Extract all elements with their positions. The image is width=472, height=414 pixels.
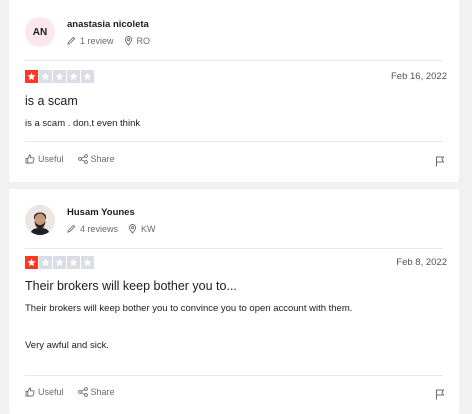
share-icon bbox=[77, 154, 88, 164]
divider bbox=[25, 141, 443, 142]
star-empty-icon bbox=[81, 256, 94, 269]
divider bbox=[25, 248, 443, 249]
divider bbox=[25, 60, 443, 61]
pencil-icon bbox=[67, 224, 76, 233]
star-filled-icon bbox=[25, 70, 38, 83]
review-title[interactable]: is a scam bbox=[25, 94, 78, 108]
avatar[interactable]: AN bbox=[25, 17, 55, 47]
author-name[interactable]: anastasia nicoleta bbox=[67, 19, 150, 30]
star-empty-icon bbox=[81, 70, 94, 83]
share-icon bbox=[77, 387, 88, 397]
review-actions: Useful Share bbox=[25, 154, 129, 164]
country-code: KW bbox=[141, 223, 156, 234]
review-card: AN anastasia nicoleta 1 review RO Feb 16… bbox=[9, 0, 459, 182]
review-actions: Useful Share bbox=[25, 387, 129, 397]
review-count: 4 reviews bbox=[80, 223, 119, 234]
location-pin-icon bbox=[124, 35, 133, 46]
star-empty-icon bbox=[39, 70, 52, 83]
avatar[interactable] bbox=[25, 205, 55, 235]
star-empty-icon bbox=[67, 70, 80, 83]
thumbs-up-icon bbox=[25, 154, 35, 164]
review-date: Feb 16, 2022 bbox=[391, 71, 447, 82]
star-empty-icon bbox=[53, 256, 66, 269]
divider bbox=[25, 375, 443, 376]
review-body: is a scam . don.t even think bbox=[25, 118, 141, 129]
useful-button[interactable]: Useful bbox=[25, 387, 64, 397]
useful-button[interactable]: Useful bbox=[25, 154, 64, 164]
star-filled-icon bbox=[25, 256, 38, 269]
country-code: RO bbox=[136, 35, 151, 46]
author-name[interactable]: Husam Younes bbox=[67, 207, 156, 218]
review-header: Husam Younes 4 reviews KW bbox=[25, 205, 156, 235]
share-label: Share bbox=[90, 154, 115, 164]
thumbs-up-icon bbox=[25, 387, 35, 397]
review-header: AN anastasia nicoleta 1 review RO bbox=[25, 17, 150, 47]
report-flag-icon[interactable] bbox=[435, 154, 445, 172]
star-rating bbox=[25, 70, 95, 83]
review-body: Their brokers will keep bother you to co… bbox=[25, 303, 353, 352]
location-pin-icon bbox=[128, 223, 137, 234]
review-count: 1 review bbox=[80, 35, 114, 46]
star-empty-icon bbox=[67, 256, 80, 269]
share-label: Share bbox=[90, 387, 115, 397]
review-date: Feb 8, 2022 bbox=[396, 257, 447, 268]
star-empty-icon bbox=[53, 70, 66, 83]
star-rating bbox=[25, 256, 95, 269]
report-flag-icon[interactable] bbox=[435, 387, 445, 405]
pencil-icon bbox=[67, 36, 76, 45]
share-button[interactable]: Share bbox=[77, 154, 115, 164]
user-photo-icon bbox=[25, 205, 55, 235]
review-card: Husam Younes 4 reviews KW Feb 8, 2022 Th… bbox=[9, 189, 459, 414]
review-title[interactable]: Their brokers will keep bother you to... bbox=[25, 279, 237, 293]
useful-label: Useful bbox=[38, 387, 64, 397]
share-button[interactable]: Share bbox=[77, 387, 115, 397]
star-empty-icon bbox=[39, 256, 52, 269]
useful-label: Useful bbox=[38, 154, 64, 164]
